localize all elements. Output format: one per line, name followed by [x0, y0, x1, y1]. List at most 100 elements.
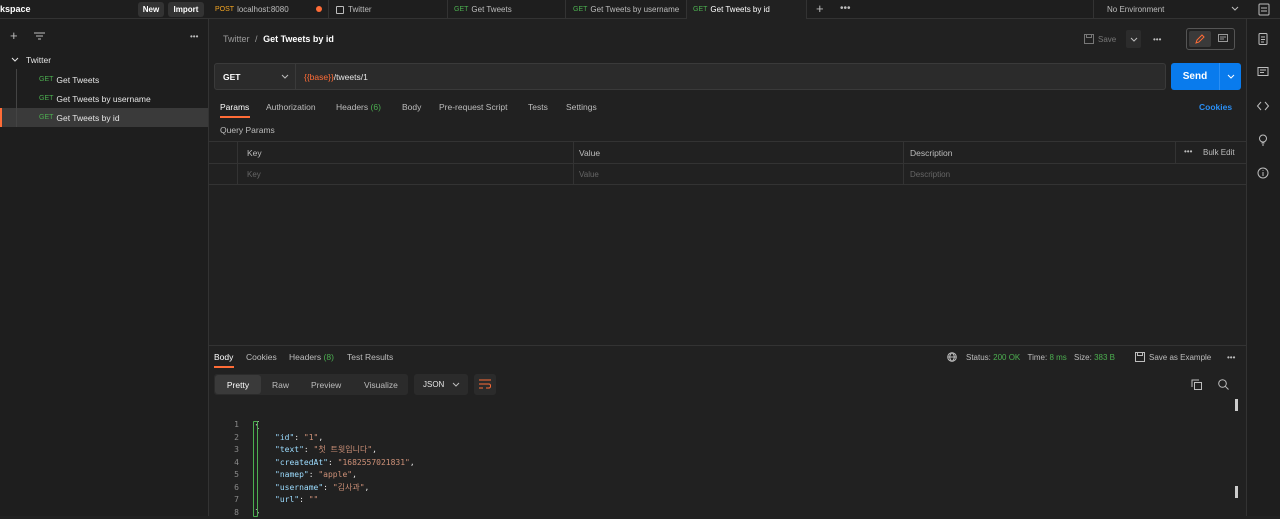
param-key-input[interactable]: Key	[247, 170, 261, 179]
tab-twitter[interactable]: Twitter	[330, 0, 448, 19]
size-value[interactable]: 383 B	[1094, 353, 1115, 362]
code-text: "createdAt": "1682557021831",	[275, 457, 415, 470]
scrollbar-thumb-bottom[interactable]	[1235, 486, 1238, 498]
pencil-icon	[1195, 34, 1205, 44]
headers-count: (6)	[371, 102, 381, 112]
tab-settings[interactable]: Settings	[566, 102, 597, 112]
collection-twitter[interactable]: Twitter	[0, 50, 208, 69]
comment-mode-button[interactable]	[1213, 31, 1233, 47]
request-more-icon[interactable]: •••	[1153, 35, 1161, 44]
chevron-down-icon	[1231, 6, 1239, 12]
tab-params[interactable]: Params	[220, 102, 249, 112]
bulk-edit-button[interactable]: Bulk Edit	[1203, 148, 1235, 157]
new-button[interactable]: New	[138, 2, 164, 17]
save-dropdown-button[interactable]	[1126, 30, 1141, 48]
add-collection-plus-icon[interactable]: +	[10, 28, 18, 43]
response-meta: Status: 200 OK Time: 8 ms Size: 383 B	[966, 353, 1115, 362]
line-number: 3	[209, 444, 239, 457]
response-tab-body[interactable]: Body	[214, 352, 233, 362]
param-value-input[interactable]: Value	[579, 170, 599, 179]
tab-get-tweets[interactable]: GET Get Tweets	[448, 0, 566, 19]
unsaved-dot-icon	[316, 6, 322, 12]
method-select[interactable]: GET	[215, 64, 296, 89]
tab-get-tweets-by-username[interactable]: GET Get Tweets by username	[567, 0, 687, 19]
save-as-example-button[interactable]: Save as Example	[1149, 353, 1211, 362]
send-button[interactable]: Send	[1171, 63, 1219, 90]
save-button[interactable]: Save	[1080, 30, 1123, 48]
workspace-name[interactable]: kspace	[0, 4, 31, 14]
environment-selector[interactable]: No Environment	[1093, 0, 1246, 19]
tab-localhost[interactable]: POST localhost:8080	[209, 0, 329, 19]
response-more-icon[interactable]: •••	[1227, 353, 1235, 362]
json-key: "createdAt"	[275, 458, 328, 467]
json-value: "김사과"	[333, 483, 365, 492]
globe-icon[interactable]	[947, 352, 957, 362]
columns-more-icon[interactable]: •••	[1184, 147, 1192, 156]
tab-pre-request-script[interactable]: Pre-request Script	[439, 102, 508, 112]
documentation-icon[interactable]	[1256, 32, 1270, 46]
sidebar-item-get-tweets-by-id[interactable]: GET Get Tweets by id	[0, 108, 208, 127]
lightbulb-icon[interactable]	[1256, 133, 1270, 147]
comments-icon[interactable]	[1256, 65, 1270, 79]
search-input[interactable]	[52, 28, 180, 44]
tab-tests[interactable]: Tests	[528, 102, 548, 112]
environment-quick-look-icon[interactable]	[1258, 3, 1270, 16]
breadcrumb-parent[interactable]: Twitter	[223, 34, 250, 44]
tab-headers[interactable]: Headers (6)	[336, 102, 381, 112]
response-tab-headers-label: Headers	[289, 352, 321, 362]
status-value[interactable]: 200 OK	[993, 353, 1020, 362]
view-preview-button[interactable]: Preview	[311, 380, 341, 390]
search-icon[interactable]	[1218, 379, 1229, 390]
code-snippet-icon[interactable]	[1256, 99, 1270, 113]
method-label: GET	[223, 72, 240, 82]
response-body-editor[interactable]: 1{2"id": "1",3"text": "첫 트윗입니다",4"create…	[209, 399, 1239, 514]
time-value[interactable]: 8 ms	[1049, 353, 1066, 362]
new-tab-plus-icon[interactable]: +	[816, 1, 824, 16]
page-title[interactable]: Get Tweets by id	[263, 34, 334, 44]
cookies-link[interactable]: Cookies	[1199, 102, 1232, 112]
scrollbar-thumb-top[interactable]	[1235, 399, 1238, 411]
method-get-label: GET	[39, 114, 53, 121]
tree-guide-line	[16, 69, 17, 127]
sidebar-more-icon[interactable]: •••	[190, 32, 198, 41]
url-input[interactable]: {{base}}/tweets/1	[304, 72, 368, 82]
copy-icon[interactable]	[1191, 379, 1202, 390]
edit-mode-button[interactable]	[1189, 31, 1211, 47]
param-description-input[interactable]: Description	[910, 170, 950, 179]
time-label: Time:	[1028, 353, 1048, 362]
code-line: 8}	[209, 507, 1229, 519]
more-tabs-icon[interactable]: •••	[840, 3, 851, 14]
column-header-key: Key	[247, 148, 262, 158]
json-comma: ,	[365, 483, 370, 492]
json-colon: :	[294, 433, 304, 442]
view-visualize-button[interactable]: Visualize	[364, 380, 398, 390]
view-raw-button[interactable]: Raw	[272, 380, 289, 390]
wrap-lines-button[interactable]	[474, 374, 496, 395]
tab-get-tweets-by-id[interactable]: GET Get Tweets by id	[687, 0, 807, 19]
filter-icon[interactable]	[34, 32, 45, 40]
response-tab-headers[interactable]: Headers (8)	[289, 352, 334, 362]
bracket-match-highlight	[253, 421, 258, 517]
format-select[interactable]: JSON	[414, 374, 468, 395]
tab-label: Get Tweets by username	[590, 5, 679, 14]
mode-toggle	[1186, 28, 1235, 50]
send-dropdown-button[interactable]	[1219, 63, 1241, 90]
response-tab-cookies[interactable]: Cookies	[246, 352, 277, 362]
sidebar-item-get-tweets[interactable]: GET Get Tweets	[0, 70, 208, 89]
json-comma: ,	[372, 445, 377, 454]
json-value: "1682557021831"	[338, 458, 410, 467]
import-button[interactable]: Import	[168, 2, 204, 17]
code-text: "url": ""	[275, 494, 318, 507]
sidebar-item-get-tweets-by-username[interactable]: GET Get Tweets by username	[0, 89, 208, 108]
tab-label: Get Tweets by id	[710, 5, 769, 14]
sidebar-item-label: Get Tweets by username	[56, 94, 150, 104]
tab-authorization[interactable]: Authorization	[266, 102, 316, 112]
info-icon[interactable]	[1256, 166, 1270, 180]
view-pretty-button[interactable]: Pretty	[215, 375, 261, 394]
json-key: "text"	[275, 445, 304, 454]
url-variable: {{base}}	[304, 72, 334, 82]
tab-body[interactable]: Body	[402, 102, 421, 112]
method-get-label: GET	[573, 6, 587, 13]
response-tab-test-results[interactable]: Test Results	[347, 352, 393, 362]
divider	[903, 142, 904, 185]
